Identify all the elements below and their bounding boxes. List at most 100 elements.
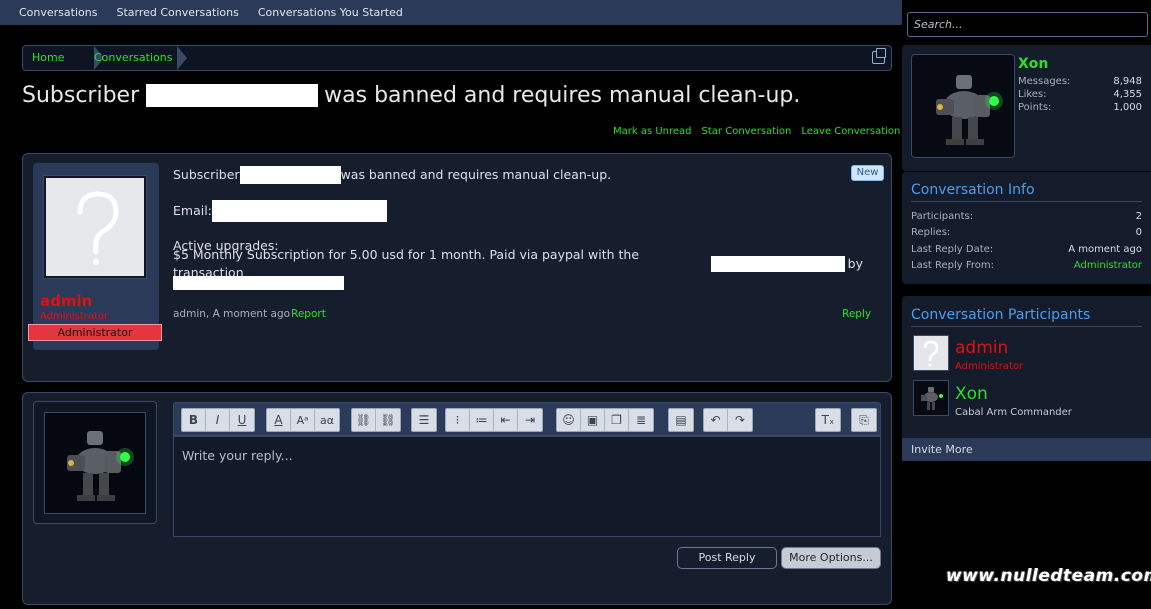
stat-value[interactable]: 4,355 <box>1113 89 1142 100</box>
smilie-icon[interactable]: ☺ <box>557 409 581 431</box>
toolbar-group-format: B I U <box>181 408 255 432</box>
media-icon[interactable]: ❐ <box>605 409 629 431</box>
more-options-button[interactable]: More Options... <box>781 547 881 569</box>
toolbar-group-source: ⎘ <box>851 408 877 432</box>
toggle-source-icon[interactable]: ⎘ <box>852 409 876 431</box>
redacted-block <box>711 256 845 272</box>
visitor-avatar[interactable] <box>911 54 1015 158</box>
title-suffix: was banned and requires manual clean-up. <box>324 83 801 108</box>
message-author-title: Administrator <box>40 311 109 322</box>
watermark: www.nulledteam.com <box>946 566 1151 586</box>
page-title: Subscriber was banned and requires manua… <box>22 83 800 108</box>
align-left-icon[interactable]: ☰ <box>412 409 436 431</box>
remove-format-icon[interactable]: Tₓ <box>816 409 840 431</box>
message-author[interactable]: admin <box>40 292 92 310</box>
code-icon[interactable]: ≣ <box>629 409 653 431</box>
post-reply-button[interactable]: Post Reply <box>677 547 777 569</box>
toolbar-group-font: A Aᵃ aα <box>266 408 340 432</box>
toolbar-group-history: ↶ ↷ <box>703 408 753 432</box>
robot-avatar-icon <box>912 55 1014 157</box>
breadcrumb-separator-icon <box>177 46 187 70</box>
redacted-block <box>146 84 319 107</box>
info-label: Replies: <box>911 227 951 238</box>
search-input[interactable] <box>907 12 1148 37</box>
invite-more-button[interactable]: Invite More <box>902 438 1151 461</box>
message-text: Subscriber <box>173 167 240 182</box>
font-family-icon[interactable]: aα <box>315 409 339 431</box>
message-line: Subscriber was banned and requires manua… <box>173 166 863 184</box>
breadcrumb-home[interactable]: Home <box>32 46 64 70</box>
participant-avatar-xon[interactable] <box>913 380 949 416</box>
info-label: Last Reply Date: <box>911 244 994 255</box>
expand-icon[interactable] <box>872 48 886 64</box>
bullet-list-icon[interactable]: ⁝ <box>446 409 470 431</box>
message-line: $5 Monthly Subscription for 5.00 usd for… <box>173 247 863 280</box>
image-icon[interactable]: ▣ <box>581 409 605 431</box>
stat-label: Points: <box>1018 102 1052 113</box>
redo-icon[interactable]: ↷ <box>728 409 752 431</box>
conversation-info-heading: Conversation Info <box>911 182 1142 202</box>
save-draft-icon[interactable]: ▤ <box>669 409 693 431</box>
visitor-username[interactable]: Xon <box>1018 56 1048 72</box>
star-conversation-link[interactable]: Star Conversation <box>702 126 792 137</box>
link-icon[interactable]: ⛓ <box>352 409 376 431</box>
user-banner: Administrator <box>28 324 162 341</box>
toolbar-group-lists: ⁝ ≔ ⇤ ⇥ <box>445 408 543 432</box>
question-mark-avatar-icon <box>46 178 144 276</box>
participant-name-xon[interactable]: Xon <box>955 384 988 404</box>
nav-conversations[interactable]: Conversations <box>19 6 97 19</box>
info-label: Participants: <box>911 211 974 222</box>
stat-messages: Messages: 8,948 <box>1018 76 1142 87</box>
redacted-block <box>173 276 344 290</box>
info-row: Participants: 2 <box>911 211 1142 222</box>
report-link[interactable]: Report <box>291 308 326 320</box>
toolbar-group-align: ☰ <box>411 408 437 432</box>
breadcrumb: Home Conversations <box>22 45 892 71</box>
reply-link[interactable]: Reply <box>842 308 871 320</box>
numbered-list-icon[interactable]: ≔ <box>470 409 494 431</box>
mark-unread-link[interactable]: Mark as Unread <box>613 126 692 137</box>
breadcrumb-conversations[interactable]: Conversations <box>94 46 172 70</box>
nav-starred-conversations[interactable]: Starred Conversations <box>116 6 238 19</box>
info-row: Replies: 0 <box>911 227 1142 238</box>
stat-label: Messages: <box>1018 76 1071 87</box>
toolbar-group-link: ⛓ ⛓ <box>351 408 401 432</box>
message-meta: admin, A moment ago <box>173 308 291 320</box>
italic-icon[interactable]: I <box>206 409 230 431</box>
message-text: was banned and requires manual clean-up. <box>340 167 612 182</box>
bold-icon[interactable]: B <box>182 409 206 431</box>
editor-toolbar: B I U A Aᵃ aα ⛓ ⛓ ☰ ⁝ ≔ ⇤ ⇥ ☺ ▣ ❐ ≣ ▤ ↶ … <box>173 402 881 436</box>
nav-conversations-you-started[interactable]: Conversations You Started <box>258 6 403 19</box>
info-value: 0 <box>1135 227 1142 238</box>
toolbar-group-clear: Tₓ <box>815 408 841 432</box>
leave-conversation-link[interactable]: Leave Conversation <box>801 126 900 137</box>
unlink-icon[interactable]: ⛓ <box>376 409 400 431</box>
top-nav: Conversations Starred Conversations Conv… <box>0 0 902 25</box>
last-reply-from-link[interactable]: Administrator <box>1074 260 1142 271</box>
toolbar-group-insert: ☺ ▣ ❐ ≣ <box>556 408 654 432</box>
text-color-icon[interactable]: A <box>267 409 291 431</box>
reply-editor[interactable] <box>173 436 881 537</box>
info-row: Last Reply Date: A moment ago <box>911 244 1142 255</box>
info-label: Last Reply From: <box>911 260 995 271</box>
message-text: Email: <box>173 203 212 218</box>
message-avatar[interactable] <box>43 175 147 279</box>
info-value: A moment ago <box>1068 244 1142 255</box>
underline-icon[interactable]: U <box>230 409 254 431</box>
participant-avatar-admin[interactable] <box>913 335 949 371</box>
font-size-icon[interactable]: Aᵃ <box>291 409 315 431</box>
reply-avatar[interactable] <box>44 412 146 514</box>
undo-icon[interactable]: ↶ <box>704 409 728 431</box>
robot-avatar-icon <box>914 381 948 415</box>
redacted-block <box>239 166 341 184</box>
participant-title-xon: Cabal Arm Commander <box>955 407 1072 418</box>
info-row: Last Reply From: Administrator <box>911 260 1142 271</box>
conversation-actions: Mark as Unread Star Conversation Leave C… <box>613 126 900 137</box>
stat-value[interactable]: 1,000 <box>1113 102 1142 113</box>
title-prefix: Subscriber <box>22 83 140 108</box>
outdent-icon[interactable]: ⇤ <box>494 409 518 431</box>
indent-icon[interactable]: ⇥ <box>518 409 542 431</box>
participant-name-admin[interactable]: admin <box>955 338 1008 358</box>
stat-value[interactable]: 8,948 <box>1113 76 1142 87</box>
toolbar-group-save: ▤ <box>668 408 694 432</box>
